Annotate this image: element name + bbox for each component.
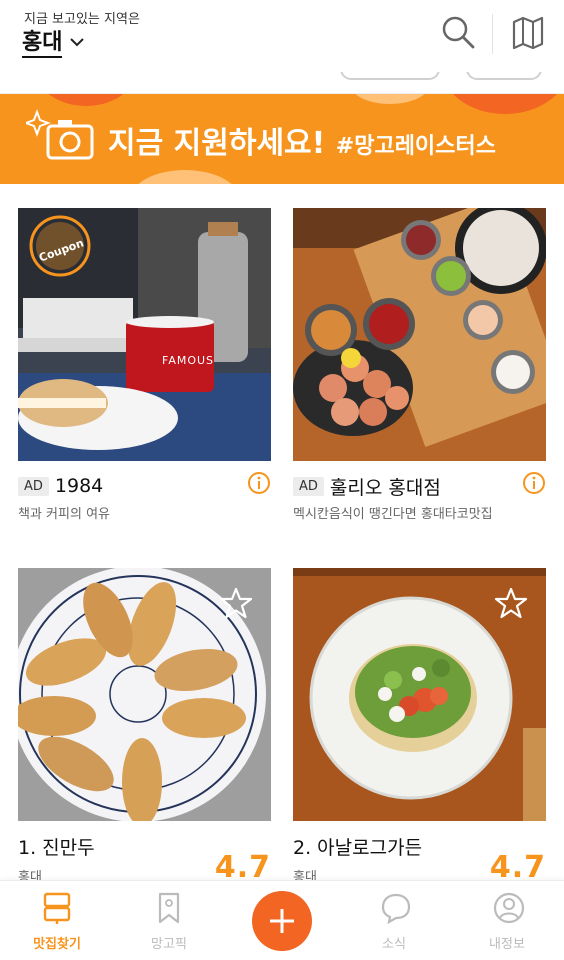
info-icon[interactable]	[522, 471, 546, 495]
profile-icon	[493, 892, 525, 924]
bookmark-icon	[158, 892, 180, 924]
banner-title: 지금 지원하세요! #망고레이스터스	[108, 118, 496, 162]
star-icon[interactable]	[219, 586, 253, 620]
region-selector[interactable]: 홍대	[22, 30, 85, 58]
ad-card-subtitle: 책과 커피의 여유	[18, 507, 110, 522]
camera-icon	[26, 109, 94, 160]
star-icon[interactable]	[494, 586, 528, 620]
ad-badge: AD	[18, 476, 49, 496]
ad-card-subtitle: 멕시칸음식이 땡긴다면 홍대타코맛집	[293, 507, 493, 522]
promo-banner[interactable]: 지금 지원하세요! #망고레이스터스	[0, 94, 564, 184]
tab-label: 망고픽	[151, 937, 187, 952]
ad-card[interactable]: AD 훌리오 홍대점 멕시칸음식이 땡긴다면 홍대타코맛집	[293, 208, 546, 522]
region-name: 홍대	[22, 30, 63, 58]
tab-mango-pick[interactable]: 망고픽	[124, 881, 214, 960]
ad-card-photo-tacos	[293, 208, 546, 461]
banner-title-text: 지금 지원하세요!	[108, 126, 326, 161]
ad-card-photo-cafe: Coupon FAMOUS	[18, 208, 271, 461]
region-caption: 지금 보고있는 지역은	[24, 12, 140, 27]
search-icon[interactable]	[440, 14, 476, 50]
restaurant-card[interactable]: 1. 진만두 홍대 4.7	[18, 568, 271, 885]
ad-card[interactable]: Coupon FAMOUS AD 1984 책과 커피의 여유	[18, 208, 271, 522]
filter-chip[interactable]	[340, 72, 440, 80]
banner-decoration	[440, 94, 564, 114]
ad-badge: AD	[293, 476, 324, 496]
chevron-down-icon	[70, 38, 85, 47]
ad-card-title-row: AD 훌리오 홍대점	[293, 473, 546, 499]
tab-label: 맛집찾기	[33, 937, 81, 952]
map-icon[interactable]	[510, 14, 546, 50]
ad-card-title: 1984	[54, 475, 104, 497]
ad-card-title-row: AD 1984	[18, 473, 271, 499]
filter-strip	[0, 72, 564, 94]
mug-print: FAMOUS	[162, 354, 215, 367]
add-button[interactable]	[252, 891, 312, 951]
banner-decoration	[350, 94, 430, 104]
banner-decoration	[130, 170, 240, 184]
bottom-tab-bar: 맛집찾기 망고픽 소식 내정보	[0, 880, 564, 960]
tab-find-restaurants[interactable]: 맛집찾기	[12, 881, 102, 960]
info-icon[interactable]	[247, 471, 271, 495]
banner-decoration	[36, 94, 136, 106]
plus-icon	[270, 909, 294, 933]
restaurant-sign-icon	[43, 892, 71, 924]
tab-label: 소식	[382, 937, 406, 952]
tab-news[interactable]: 소식	[349, 881, 439, 960]
chat-bubble-icon	[381, 893, 411, 925]
filter-chip[interactable]	[466, 72, 542, 80]
ad-card-title: 훌리오 홍대점	[329, 476, 441, 499]
banner-hashtag: #망고레이스터스	[335, 134, 496, 159]
top-bar: 지금 보고있는 지역은 홍대	[0, 0, 564, 72]
restaurant-photo-dumplings	[18, 568, 271, 821]
header-divider	[492, 14, 493, 54]
tab-my-info[interactable]: 내정보	[462, 881, 552, 960]
restaurant-card[interactable]: 2. 아날로그가든 홍대 4.7	[293, 568, 546, 885]
tab-label: 내정보	[489, 937, 525, 952]
restaurant-photo-salad	[293, 568, 546, 821]
